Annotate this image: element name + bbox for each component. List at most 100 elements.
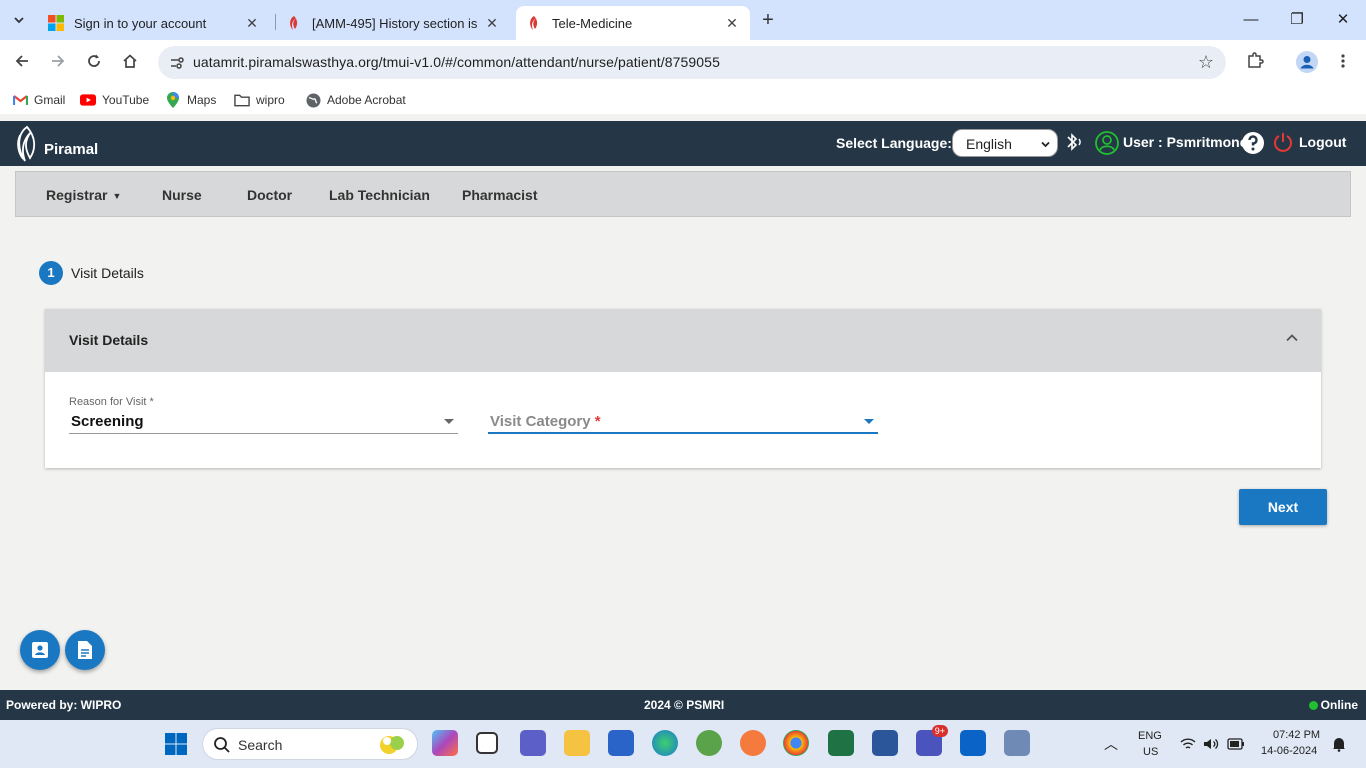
- brand-name: Piramal: [44, 140, 99, 158]
- taskbar-store-icon[interactable]: [608, 730, 634, 756]
- back-button[interactable]: [10, 51, 34, 75]
- bookmark-label: wipro: [256, 93, 285, 107]
- menu-pharmacist[interactable]: Pharmacist: [462, 187, 537, 203]
- visit-stepper[interactable]: 1 Visit Details: [39, 261, 144, 285]
- taskbar-search-box[interactable]: Search: [202, 728, 418, 760]
- maps-pin-icon: [165, 92, 181, 108]
- taskbar-postman-icon[interactable]: [740, 730, 766, 756]
- taskbar-edge-icon[interactable]: [652, 730, 678, 756]
- volume-icon[interactable]: [1203, 737, 1219, 751]
- tab-search-button[interactable]: [6, 8, 32, 32]
- taskbar-excel-icon[interactable]: [828, 730, 854, 756]
- battery-icon[interactable]: [1227, 738, 1245, 750]
- home-icon: [123, 54, 137, 68]
- clock-time[interactable]: 07:42 PM: [1273, 729, 1320, 741]
- role-menu-bar: Registrar ▼ Nurse Doctor Lab Technician P…: [15, 171, 1351, 217]
- bookmark-youtube[interactable]: YouTube: [80, 92, 149, 108]
- bookmark-adobe-acrobat[interactable]: Adobe Acrobat: [305, 92, 406, 108]
- puzzle-icon: [1248, 52, 1264, 68]
- menu-registrar[interactable]: Registrar ▼: [46, 187, 121, 203]
- online-status-label: Online: [1320, 698, 1358, 712]
- minimize-window-button[interactable]: —: [1239, 8, 1263, 32]
- taskbar-word-icon[interactable]: [872, 730, 898, 756]
- user-name: User : Psmritmone: [1123, 134, 1248, 150]
- bookmark-label: Adobe Acrobat: [327, 93, 406, 107]
- taskbar-remote-desktop-icon[interactable]: [1004, 730, 1030, 756]
- field-underline: [69, 433, 458, 434]
- bookmarks-bar: Gmail YouTube Maps wipro Adobe Acrobat: [0, 86, 1366, 114]
- visit-category-select[interactable]: Visit Category *: [488, 396, 878, 436]
- taskbar-file-explorer-icon[interactable]: [564, 730, 590, 756]
- reload-button[interactable]: [82, 51, 106, 75]
- address-bar[interactable]: uatamrit.piramalswasthya.org/tmui-v1.0/#…: [158, 46, 1226, 79]
- chevron-up-icon[interactable]: [1285, 331, 1299, 345]
- help-icon[interactable]: [1241, 131, 1265, 155]
- windows-start-icon[interactable]: [164, 732, 188, 756]
- tab-jira-issue[interactable]: [AMM-495] History section is bl ✕: [276, 6, 510, 40]
- bookmark-star-icon[interactable]: ☆: [1198, 52, 1214, 73]
- new-tab-button[interactable]: +: [758, 10, 778, 30]
- taskbar-teams-new-icon[interactable]: 9+: [916, 725, 948, 756]
- menu-doctor[interactable]: Doctor: [247, 187, 292, 203]
- close-tab-icon[interactable]: ✕: [484, 15, 500, 31]
- wifi-icon[interactable]: [1180, 737, 1196, 751]
- next-button[interactable]: Next: [1239, 489, 1327, 525]
- close-tab-icon[interactable]: ✕: [724, 15, 740, 31]
- input-language-line2[interactable]: US: [1143, 746, 1158, 758]
- language-select[interactable]: English: [952, 129, 1058, 157]
- tab-tele-medicine[interactable]: Tele-Medicine ✕: [516, 6, 750, 40]
- input-language-line1[interactable]: ENG: [1138, 730, 1162, 742]
- case-sheet-fab[interactable]: [65, 630, 105, 670]
- patient-info-fab[interactable]: [20, 630, 60, 670]
- taskbar-chrome-icon[interactable]: [783, 730, 809, 756]
- menu-lab-technician[interactable]: Lab Technician: [329, 187, 430, 203]
- language-value: English: [966, 136, 1012, 152]
- bookmark-label: YouTube: [102, 93, 150, 107]
- search-icon: [214, 737, 230, 753]
- arrow-right-icon: [52, 55, 65, 67]
- chevron-down-icon: [1041, 141, 1050, 148]
- forward-button[interactable]: [46, 51, 70, 75]
- step-label: Visit Details: [71, 265, 144, 281]
- home-button[interactable]: [118, 51, 142, 75]
- taskbar-copilot-icon[interactable]: [432, 730, 458, 756]
- bookmark-label: Gmail: [34, 93, 66, 107]
- bluetooth-icon[interactable]: [1063, 131, 1085, 153]
- tab-sign-in[interactable]: Sign in to your account ✕: [38, 6, 270, 40]
- tab-title: [AMM-495] History section is bl: [312, 15, 478, 31]
- microsoft-logo-icon: [48, 15, 64, 31]
- bookmark-gmail[interactable]: Gmail: [12, 92, 65, 108]
- close-tab-icon[interactable]: ✕: [244, 15, 260, 31]
- tab-title: Sign in to your account: [74, 15, 207, 31]
- profile-button[interactable]: [1295, 51, 1319, 75]
- site-settings-icon[interactable]: [168, 54, 186, 72]
- menu-nurse[interactable]: Nurse: [162, 187, 202, 203]
- copyright-text: 2024 © PSMRI: [644, 698, 725, 712]
- bookmark-label: Maps: [187, 93, 217, 107]
- search-highlight-icon: [380, 736, 404, 754]
- restore-window-button[interactable]: ❐: [1285, 8, 1309, 32]
- show-hidden-icons[interactable]: ︿: [1104, 734, 1118, 754]
- close-window-button[interactable]: ✕: [1331, 8, 1355, 32]
- taskbar-task-view-icon[interactable]: [476, 732, 498, 754]
- notifications-icon[interactable]: [1332, 736, 1346, 752]
- reason-for-visit-select[interactable]: Reason for Visit * Screening: [69, 396, 459, 436]
- taskbar-teams-icon[interactable]: [520, 730, 546, 756]
- clock-date[interactable]: 14-06-2024: [1261, 745, 1317, 757]
- bookmark-wipro-folder[interactable]: wipro: [234, 92, 285, 108]
- dropdown-arrow-icon: [864, 419, 874, 424]
- url-text[interactable]: uatamrit.piramalswasthya.org/tmui-v1.0/#…: [193, 54, 720, 70]
- browser-menu-button[interactable]: [1331, 51, 1355, 75]
- power-icon[interactable]: [1272, 131, 1294, 153]
- extensions-button[interactable]: [1243, 51, 1267, 75]
- piramal-logo-icon: [530, 16, 538, 30]
- taskbar-app-green-icon[interactable]: [696, 730, 722, 756]
- folder-icon: [234, 92, 250, 108]
- visit-details-panel-header[interactable]: Visit Details: [45, 309, 1321, 372]
- logout-link[interactable]: Logout: [1299, 134, 1346, 150]
- bookmark-maps[interactable]: Maps: [165, 92, 216, 108]
- gmail-icon: [12, 92, 28, 108]
- taskbar-outlook-icon[interactable]: [960, 730, 986, 756]
- reload-icon: [88, 54, 100, 67]
- language-label: Select Language:: [836, 135, 952, 151]
